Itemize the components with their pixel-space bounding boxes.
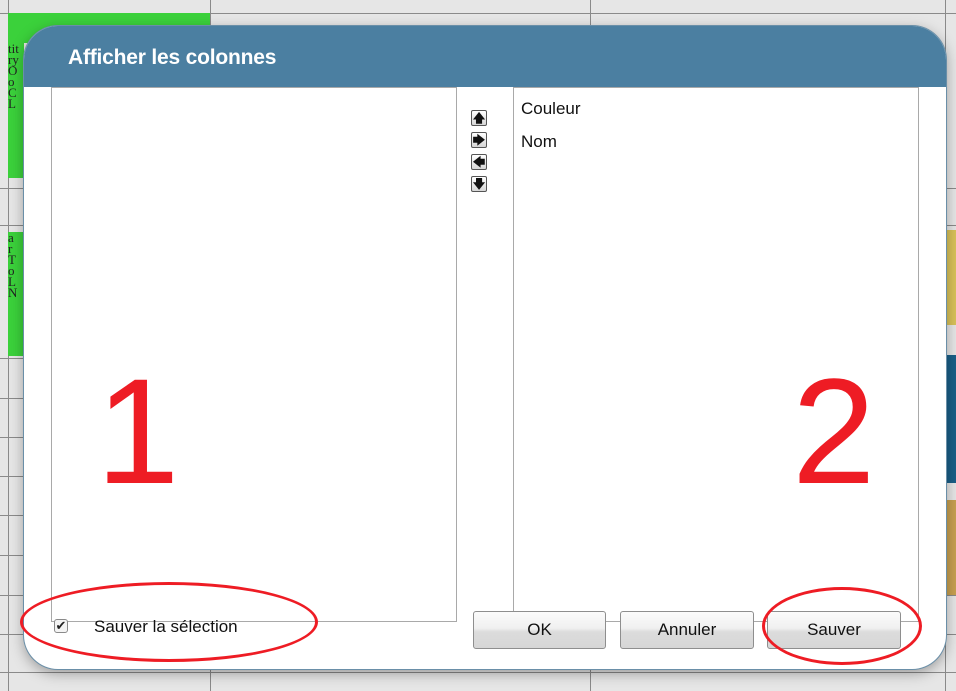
column-chooser-dialog: Afficher les colonnes 🡅 🡆 🡄 🡇 Couleur No… [24,26,946,669]
cancel-button[interactable]: Annuler [620,611,754,649]
dialog-title: Afficher les colonnes [68,46,277,69]
checkmark-icon: ✔ [55,618,67,633]
grid-line [0,672,956,673]
schedule-cell[interactable]: a r T o L N [8,232,24,356]
cell-text: N [8,285,18,300]
move-left-button[interactable]: 🡄 [471,154,487,170]
schedule-cell[interactable]: tit ry O o C L [8,43,24,178]
annotation-number-2: 2 [792,347,876,515]
dialog-header: Afficher les colonnes [24,26,946,87]
event-chip-orange[interactable] [945,500,956,595]
list-item-couleur[interactable]: Couleur [521,99,581,119]
move-down-button[interactable]: 🡇 [471,176,487,192]
ok-button[interactable]: OK [473,611,606,649]
move-right-icon: 🡆 [472,133,486,147]
save-button[interactable]: Sauver [767,611,901,649]
move-up-button[interactable]: 🡅 [471,110,487,126]
event-chip-yellow[interactable] [945,230,956,325]
move-up-icon: 🡅 [472,111,486,125]
move-down-icon: 🡇 [472,177,486,191]
save-selection-checkbox[interactable]: ✔ [54,619,68,633]
save-selection-label[interactable]: Sauver la sélection [94,617,238,637]
move-right-button[interactable]: 🡆 [471,132,487,148]
list-item-nom[interactable]: Nom [521,132,557,152]
annotation-number-1: 1 [96,347,180,515]
move-left-icon: 🡄 [472,155,486,169]
event-chip-blue[interactable] [945,355,956,483]
